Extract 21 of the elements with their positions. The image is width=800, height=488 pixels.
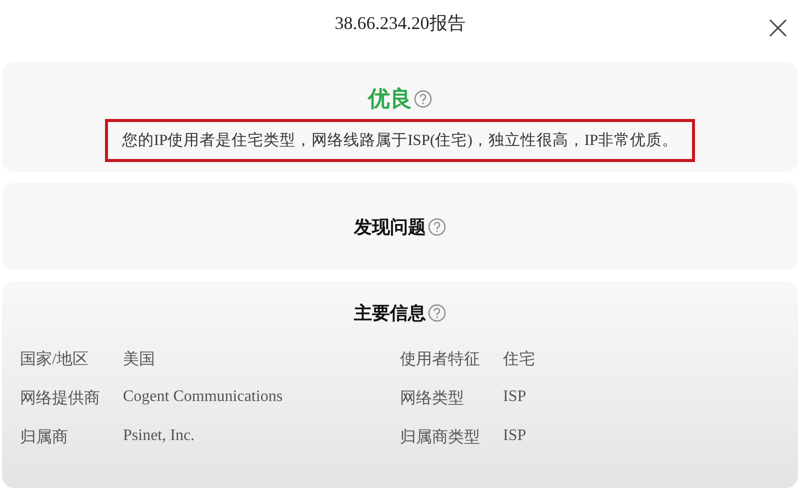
help-icon[interactable]: [428, 218, 446, 236]
rating-summary: 您的IP使用者是住宅类型，网络线路属于ISP(住宅)，独立性很高，IP非常优质。: [104, 119, 696, 162]
field-value: Psinet, Inc.: [123, 427, 195, 446]
help-icon[interactable]: [414, 90, 432, 108]
field-value: 住宅: [503, 350, 535, 370]
window-title: 38.66.234.20报告: [334, 12, 466, 34]
field-label: 网络提供商: [20, 388, 101, 409]
field-label: 网络类型: [400, 388, 465, 409]
field-label: 归属商: [20, 428, 69, 448]
field-value: Cogent Communications: [123, 388, 283, 407]
section-title: 主要信息: [354, 302, 426, 325]
field-label: 使用者特征: [400, 350, 481, 370]
field-label: 归属商类型: [400, 428, 481, 448]
field-label: 国家/地区: [20, 350, 90, 370]
field-value: ISP: [503, 427, 526, 446]
section-title: 发现问题: [354, 216, 426, 238]
field-value: ISP: [503, 388, 526, 407]
rating-grade: 优良: [368, 85, 412, 113]
field-value: 美国: [123, 350, 155, 370]
close-icon[interactable]: [769, 19, 787, 37]
help-icon[interactable]: [428, 304, 446, 322]
